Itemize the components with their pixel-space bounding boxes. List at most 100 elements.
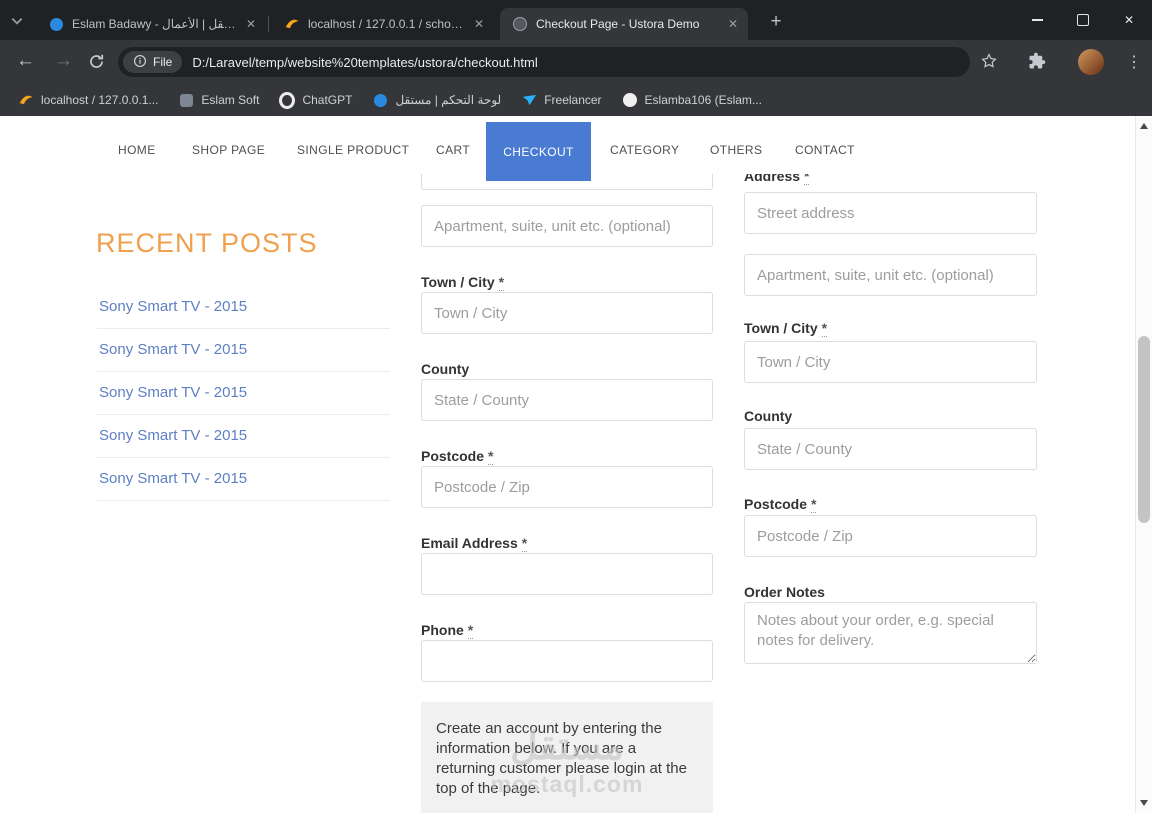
recent-post-link[interactable]: Sony Smart TV - 2015: [97, 415, 390, 458]
nav-item-checkout-label: CHECKOUT: [503, 144, 574, 159]
file-chip[interactable]: File: [123, 51, 183, 73]
create-account-note: Create an account by entering the inform…: [421, 702, 713, 813]
scroll-down-arrow-icon[interactable]: [1140, 800, 1148, 806]
required-asterisk: *: [467, 622, 474, 639]
tab-strip: Eslam Badawy - مستقل | الأعمال ✕ localho…: [0, 0, 1152, 40]
create-account-text: Create an account by entering the inform…: [436, 720, 687, 797]
billing-email-input[interactable]: [421, 553, 713, 595]
nav-item-cart[interactable]: CART: [436, 144, 470, 156]
billing-town-city-label: Town / City *: [421, 274, 505, 291]
bookmark-label: Freelancer: [544, 93, 602, 107]
bookmark-label: Eslam Soft: [201, 93, 260, 107]
tab-title: Checkout Page - Ustora Demo: [536, 17, 700, 31]
shipping-postcode-label: Postcode *: [744, 496, 817, 513]
bookmark-item-chatgpt[interactable]: ChatGPT: [271, 88, 360, 112]
browser-tab-phpmyadmin[interactable]: localhost / 127.0.0.1 / school / ... ✕: [272, 8, 494, 40]
chatgpt-icon: [279, 91, 296, 109]
extensions-puzzle-icon[interactable]: [1028, 52, 1046, 70]
required-asterisk: *: [811, 496, 817, 513]
new-tab-button[interactable]: +: [762, 8, 790, 36]
file-chip-label: File: [153, 55, 173, 69]
phpmyadmin-icon: [18, 92, 34, 108]
tab-close-icon[interactable]: ✕: [244, 17, 258, 31]
bookmark-label: ChatGPT: [302, 93, 353, 107]
order-notes-textarea[interactable]: [744, 602, 1037, 664]
bookmark-item-eslamsoft[interactable]: Eslam Soft: [170, 88, 267, 112]
page-viewport: RECENT POSTS Sony Smart TV - 2015 Sony S…: [0, 116, 1135, 813]
forward-icon[interactable]: →: [54, 50, 73, 72]
billing-postcode-input[interactable]: [421, 466, 713, 508]
ustora-favicon-icon: [512, 16, 528, 32]
bookmark-item-localhost[interactable]: localhost / 127.0.0.1...: [10, 88, 166, 112]
billing-postcode-label: Postcode *: [421, 448, 494, 465]
url-text: D:/Laravel/temp/website%20templates/usto…: [192, 54, 538, 70]
nav-item-shop-page[interactable]: SHOP PAGE: [192, 144, 265, 156]
refresh-icon[interactable]: [88, 53, 105, 70]
billing-phone-input[interactable]: [421, 640, 713, 682]
phpmyadmin-favicon-icon: [284, 16, 300, 32]
shipping-street-address-input[interactable]: [744, 192, 1037, 234]
shipping-address2-input[interactable]: [744, 254, 1037, 296]
freelancer-bird-icon: [521, 92, 537, 108]
info-icon: [133, 54, 147, 71]
required-asterisk: *: [488, 448, 494, 465]
eslamsoft-icon: [178, 92, 194, 108]
bookmark-item-mostaql-dashboard[interactable]: لوحة التحكم | مستقل: [364, 88, 509, 112]
shipping-postcode-input[interactable]: [744, 515, 1037, 557]
nav-item-checkout-active[interactable]: CHECKOUT: [486, 122, 591, 181]
mostaql-favicon-icon: [48, 16, 64, 32]
tab-close-icon[interactable]: ✕: [472, 17, 486, 31]
minimize-button[interactable]: [1014, 0, 1060, 40]
browser-toolbar: ← → File D:/Laravel/temp/website%20templ…: [0, 40, 1152, 84]
avatar-image: [1078, 49, 1104, 75]
tab-title: Eslam Badawy - مستقل | الأعمال: [72, 17, 236, 31]
browser-tab-mostaql[interactable]: Eslam Badawy - مستقل | الأعمال ✕: [36, 8, 266, 40]
required-asterisk: *: [498, 274, 505, 291]
shipping-county-input[interactable]: [744, 428, 1037, 470]
close-window-button[interactable]: ✕: [1106, 0, 1152, 40]
shipping-town-city-input[interactable]: [744, 341, 1037, 383]
bookmark-label: localhost / 127.0.0.1...: [41, 93, 159, 107]
browser-menu-icon[interactable]: ⋮: [1124, 51, 1144, 73]
maximize-icon: [1077, 14, 1089, 26]
maximize-button[interactable]: [1060, 0, 1106, 40]
back-icon[interactable]: ←: [16, 50, 35, 72]
billing-town-city-input[interactable]: [421, 292, 713, 334]
nav-item-contact[interactable]: CONTACT: [795, 144, 855, 156]
shipping-town-city-label: Town / City *: [744, 320, 828, 337]
required-asterisk: *: [821, 320, 828, 337]
github-icon: [622, 92, 638, 108]
tab-title: localhost / 127.0.0.1 / school / ...: [308, 17, 464, 31]
recent-post-link[interactable]: Sony Smart TV - 2015: [97, 372, 390, 415]
nav-item-others[interactable]: OTHERS: [710, 144, 762, 156]
nav-item-home[interactable]: HOME: [118, 144, 156, 156]
billing-address2-input[interactable]: [421, 205, 713, 247]
scroll-up-arrow-icon[interactable]: [1140, 123, 1148, 129]
bookmark-label: Eslamba106 (Eslam...: [644, 93, 762, 107]
bookmark-item-freelancer[interactable]: Freelancer: [513, 88, 609, 112]
minimize-icon: [1031, 19, 1043, 21]
scrollbar-thumb[interactable]: [1138, 336, 1150, 523]
main-navigation: HOME SHOP PAGE SINGLE PRODUCT CART CHECK…: [0, 116, 1135, 181]
tab-close-icon[interactable]: ✕: [726, 17, 740, 31]
bookmark-item-github[interactable]: Eslamba106 (Eslam...: [614, 88, 770, 112]
recent-post-link[interactable]: Sony Smart TV - 2015: [97, 329, 390, 372]
recent-posts-title: RECENT POSTS: [96, 228, 318, 258]
bookmarks-bar: localhost / 127.0.0.1... Eslam Soft Chat…: [0, 84, 1152, 116]
shipping-county-label: County: [744, 408, 793, 424]
required-asterisk: *: [521, 535, 528, 552]
nav-item-category[interactable]: CATEGORY: [610, 144, 679, 156]
bookmark-star-icon[interactable]: [980, 52, 998, 70]
address-bar[interactable]: File D:/Laravel/temp/website%20templates…: [118, 47, 970, 77]
recent-post-link[interactable]: Sony Smart TV - 2015: [97, 458, 390, 501]
profile-avatar[interactable]: [1078, 49, 1104, 75]
order-notes-label: Order Notes: [744, 584, 825, 600]
browser-tab-checkout-active[interactable]: Checkout Page - Ustora Demo ✕: [500, 8, 748, 40]
tab-divider: [268, 16, 269, 32]
billing-county-input[interactable]: [421, 379, 713, 421]
nav-item-single-product[interactable]: SINGLE PRODUCT: [297, 144, 409, 156]
billing-county-label: County: [421, 361, 470, 377]
page-scrollbar[interactable]: [1135, 116, 1152, 813]
recent-post-link[interactable]: Sony Smart TV - 2015: [97, 286, 390, 329]
tab-search-chevron-icon[interactable]: [10, 14, 24, 28]
